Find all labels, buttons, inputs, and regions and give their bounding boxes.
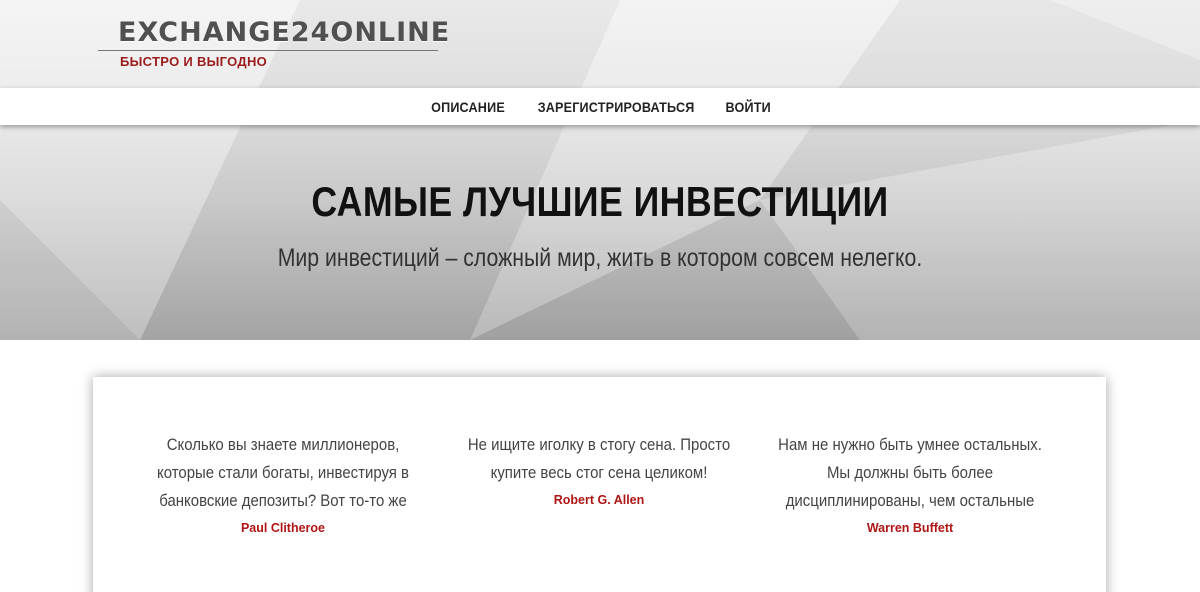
- quote-author: Paul Clitheroe: [240, 521, 326, 535]
- nav-login-link[interactable]: ВОЙТИ: [725, 99, 770, 115]
- logo[interactable]: EXCHANGE24ONLINE БЫСТРО И ВЫГОДНО: [98, 16, 451, 73]
- hero-section: EXCHANGE24ONLINE БЫСТРО И ВЫГОДНО САМЫЕ …: [0, 0, 1200, 340]
- nav-description-link[interactable]: ОПИСАНИЕ: [431, 99, 505, 115]
- hero-title: САМЫЕ ЛУЧШИЕ ИНВЕСТИЦИИ: [311, 178, 889, 225]
- quote-text: Сколько вы знаете миллионеров, которые с…: [157, 435, 409, 510]
- main-navbar: ОПИСАНИЕ ЗАРЕГИСТРИРОВАТЬСЯ ВОЙТИ: [0, 88, 1200, 125]
- nav-register-link[interactable]: ЗАРЕГИСТРИРОВАТЬСЯ: [537, 99, 694, 115]
- quote-text: Не ищите иголку в стогу сена. Просто куп…: [467, 435, 731, 482]
- logo-tagline: БЫСТРО И ВЫГОДНО: [120, 54, 268, 69]
- logo-title: EXCHANGE24ONLINE: [118, 17, 451, 48]
- quote-author: Robert G. Allen: [553, 493, 645, 507]
- quote-item: Не ищите иголку в стогу сена. Просто куп…: [449, 431, 749, 507]
- hero-subtitle: Мир инвестиций – сложный мир, жить в кот…: [277, 244, 923, 272]
- quote-text: Нам не нужно быть умнее остальных. Мы до…: [778, 435, 1042, 510]
- quote-item: Нам не нужно быть умнее остальных. Мы до…: [760, 431, 1060, 535]
- quotes-card: Сколько вы знаете миллионеров, которые с…: [93, 377, 1106, 592]
- quote-author: Warren Buffett: [866, 521, 954, 535]
- quote-item: Сколько вы знаете миллионеров, которые с…: [133, 431, 433, 535]
